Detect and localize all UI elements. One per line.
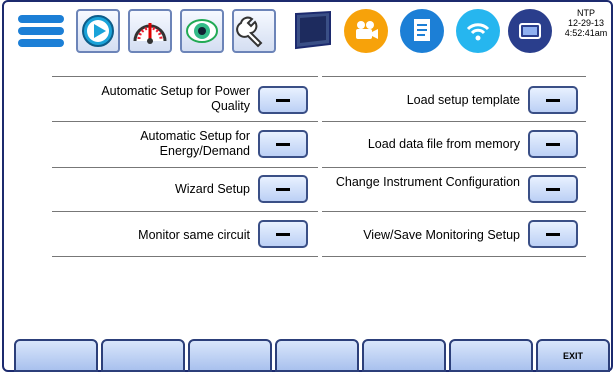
auto-setup-energy-demand-label: Automatic Setup for Energy/Demand xyxy=(140,129,250,158)
divider xyxy=(52,167,318,168)
auto-setup-power-quality-label: Automatic Setup for Power Quality xyxy=(101,84,250,113)
auto-setup-power-quality-button[interactable] xyxy=(258,86,308,114)
dash-icon xyxy=(276,232,290,236)
view-save-monitoring-setup-button[interactable] xyxy=(528,220,578,248)
load-setup-template-button[interactable] xyxy=(528,86,578,114)
softkey-4[interactable] xyxy=(275,339,359,372)
dash-icon xyxy=(276,187,290,191)
load-data-file-label: Load data file from memory xyxy=(367,137,520,151)
play-icon[interactable] xyxy=(76,9,120,53)
divider xyxy=(322,76,586,77)
auto-setup-energy-demand-button[interactable] xyxy=(258,130,308,158)
wizard-setup-label: Wizard Setup xyxy=(174,182,250,196)
ntp-label: NTP xyxy=(577,8,595,18)
divider xyxy=(52,76,318,77)
softkey-5[interactable] xyxy=(362,339,446,372)
dash-icon xyxy=(546,232,560,236)
status-date: 12-29-13 xyxy=(567,18,605,28)
divider xyxy=(52,211,318,212)
status-clock: NTP 12-29-13 4:52:41am xyxy=(558,8,614,38)
divider xyxy=(322,211,586,212)
wizard-setup-button[interactable] xyxy=(258,175,308,203)
divider xyxy=(52,121,318,122)
status-time: 4:52:41am xyxy=(564,28,608,38)
menu-icon[interactable] xyxy=(16,9,66,53)
screen-icon[interactable] xyxy=(290,9,334,53)
top-toolbar: NTP 12-29-13 4:52:41am xyxy=(0,0,615,62)
change-instrument-config-button[interactable] xyxy=(528,175,578,203)
camera-icon[interactable] xyxy=(344,9,388,53)
divider xyxy=(322,167,586,168)
monitor-same-circuit-label: Monitor same circuit xyxy=(138,228,250,242)
dash-icon xyxy=(276,142,290,146)
divider xyxy=(52,256,318,257)
load-data-file-button[interactable] xyxy=(528,130,578,158)
softkey-2[interactable] xyxy=(101,339,185,372)
eye-icon[interactable] xyxy=(180,9,224,53)
document-icon[interactable] xyxy=(400,9,444,53)
device-icon[interactable] xyxy=(508,9,552,53)
dash-icon xyxy=(546,187,560,191)
gauge-icon[interactable] xyxy=(128,9,172,53)
softkey-3[interactable] xyxy=(188,339,272,372)
divider xyxy=(322,121,586,122)
load-setup-template-label: Load setup template xyxy=(406,93,520,107)
dash-icon xyxy=(546,98,560,102)
wifi-icon[interactable] xyxy=(456,9,500,53)
monitor-same-circuit-button[interactable] xyxy=(258,220,308,248)
divider xyxy=(322,256,586,257)
dash-icon xyxy=(546,142,560,146)
softkey-1[interactable] xyxy=(14,339,98,372)
wrench-icon[interactable] xyxy=(232,9,276,53)
dash-icon xyxy=(276,98,290,102)
exit-button[interactable]: EXIT xyxy=(536,339,610,372)
change-instrument-config-label: Change Instrument Configuration xyxy=(335,175,520,189)
softkey-6[interactable] xyxy=(449,339,533,372)
view-save-monitoring-setup-label: View/Save Monitoring Setup xyxy=(363,228,520,242)
